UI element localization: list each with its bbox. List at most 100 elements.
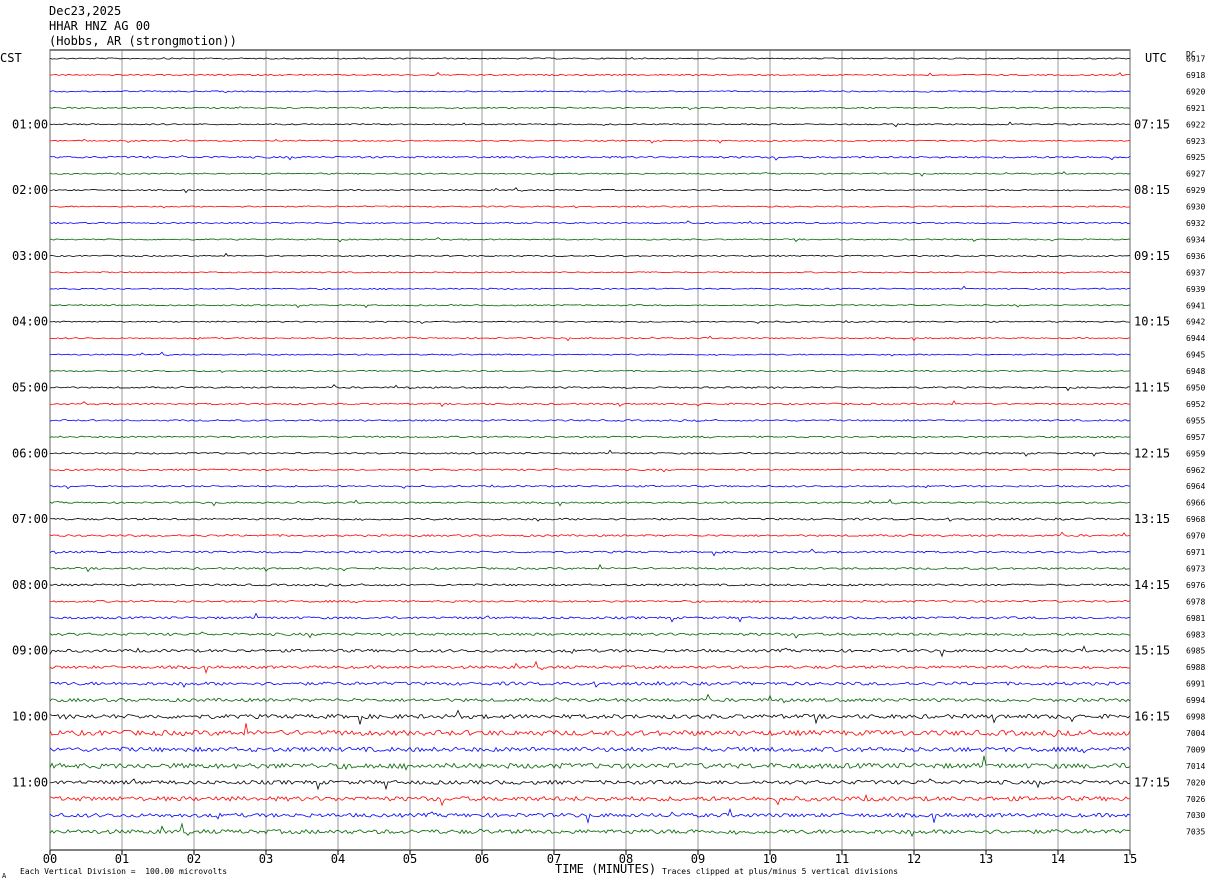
trace-dc-label: 6948 xyxy=(1186,367,1205,376)
left-time-label: 05:00 xyxy=(12,381,48,395)
left-time-label: 02:00 xyxy=(12,183,48,197)
trace-dc-label: 6918 xyxy=(1186,71,1205,80)
trace-dc-label: 6941 xyxy=(1186,301,1205,310)
trace-dc-label: 6942 xyxy=(1186,318,1205,327)
trace-dc-label: 6929 xyxy=(1186,186,1205,195)
x-tick-label: 14 xyxy=(1051,852,1065,866)
trace-dc-label: 6981 xyxy=(1186,614,1205,623)
trace-dc-label: 6920 xyxy=(1186,87,1205,96)
seismic-trace xyxy=(49,822,1131,838)
right-time-label: 16:15 xyxy=(1134,710,1170,724)
trace-dc-label: 6998 xyxy=(1186,713,1205,722)
right-time-label: 14:15 xyxy=(1134,578,1170,592)
trace-dc-label: 6939 xyxy=(1186,285,1205,294)
seismic-trace xyxy=(49,171,1131,177)
x-tick-label: 01 xyxy=(115,852,129,866)
seismic-trace xyxy=(49,709,1131,725)
left-time-label: 01:00 xyxy=(12,117,48,131)
left-time-label: 06:00 xyxy=(12,446,48,460)
x-tick-label: 11 xyxy=(835,852,849,866)
left-time-label: 11:00 xyxy=(12,775,48,789)
x-tick-label: 00 xyxy=(43,852,57,866)
seismic-trace xyxy=(49,237,1131,243)
seismic-trace xyxy=(49,303,1131,309)
x-tick-label: 06 xyxy=(475,852,489,866)
seismic-trace xyxy=(49,660,1131,675)
x-tick-label: 10 xyxy=(763,852,777,866)
seismic-trace xyxy=(49,793,1131,807)
trace-dc-label: 6930 xyxy=(1186,203,1205,212)
seismic-trace xyxy=(49,155,1131,161)
seismic-trace xyxy=(49,320,1131,325)
trace-dc-label: 6950 xyxy=(1186,384,1205,393)
seismic-trace xyxy=(49,252,1131,258)
x-tick-label: 15 xyxy=(1123,852,1137,866)
seismic-trace xyxy=(49,57,1131,60)
seismic-trace xyxy=(49,583,1131,587)
right-time-label: 08:15 xyxy=(1134,183,1170,197)
trace-dc-label: 6976 xyxy=(1186,581,1205,590)
seismic-trace xyxy=(49,90,1131,94)
seismic-trace xyxy=(49,400,1131,408)
trace-dc-label: 6927 xyxy=(1186,170,1205,179)
trace-dc-label: 6978 xyxy=(1186,597,1205,606)
seismic-trace xyxy=(49,548,1131,557)
right-time-label: 09:15 xyxy=(1134,249,1170,263)
trace-dc-label: 6945 xyxy=(1186,351,1205,360)
corner-mark: A xyxy=(2,872,7,880)
right-time-label: 12:15 xyxy=(1134,446,1170,460)
right-time-label: 11:15 xyxy=(1134,381,1170,395)
left-time-label: 03:00 xyxy=(12,249,48,263)
trace-dc-label: 6991 xyxy=(1186,680,1205,689)
left-time-label: 04:00 xyxy=(12,315,48,329)
seismic-trace xyxy=(49,599,1131,604)
seismic-trace xyxy=(49,563,1131,573)
seismic-trace xyxy=(49,187,1131,194)
trace-dc-label: 6932 xyxy=(1186,219,1205,228)
trace-dc-label: 6971 xyxy=(1186,548,1205,557)
seismic-trace xyxy=(49,680,1131,688)
trace-dc-label: 6970 xyxy=(1186,532,1205,541)
seismic-trace xyxy=(49,645,1131,658)
left-time-label: 10:00 xyxy=(12,710,48,724)
seismic-trace xyxy=(49,384,1131,392)
right-time-label: 07:15 xyxy=(1134,117,1170,131)
seismic-trace xyxy=(49,807,1131,825)
trace-dc-label: 7030 xyxy=(1186,811,1205,820)
trace-dc-label: 6937 xyxy=(1186,268,1205,277)
seismic-trace xyxy=(49,612,1131,623)
seismic-trace xyxy=(49,121,1131,128)
right-time-label: 13:15 xyxy=(1134,512,1170,526)
trace-dc-label: 6962 xyxy=(1186,466,1205,475)
trace-dc-label: 6966 xyxy=(1186,499,1205,508)
seismic-trace xyxy=(49,335,1131,342)
seismic-trace xyxy=(49,778,1131,791)
clip-note: Traces clipped at plus/minus 5 vertical … xyxy=(662,867,899,876)
right-time-label: 15:15 xyxy=(1134,644,1170,658)
seismic-trace xyxy=(49,755,1131,771)
seismic-trace xyxy=(49,467,1131,473)
trace-dc-label: 7020 xyxy=(1186,778,1205,787)
seismic-trace xyxy=(49,631,1131,639)
seismic-trace xyxy=(49,106,1131,111)
left-time-label: 09:00 xyxy=(12,644,48,658)
seismic-trace xyxy=(49,723,1131,738)
trace-dc-label: 6952 xyxy=(1186,400,1205,409)
trace-dc-label: 6936 xyxy=(1186,252,1205,261)
x-tick-label: 05 xyxy=(403,852,417,866)
trace-dc-label: 6988 xyxy=(1186,663,1205,672)
trace-dc-label: 6968 xyxy=(1186,515,1205,524)
trace-dc-label: 6964 xyxy=(1186,482,1205,491)
trace-dc-label: 6934 xyxy=(1186,235,1205,244)
seismogram-plot: 00 01 02 03 04 05 06 07 08 09 10 11 12 13 14 1569176918… xyxy=(12,49,1205,866)
trace-dc-label: 7014 xyxy=(1186,762,1205,771)
seismic-trace xyxy=(49,71,1131,77)
trace-dc-label: 7026 xyxy=(1186,795,1205,804)
x-tick-label: 03 xyxy=(259,852,273,866)
right-time-label: 17:15 xyxy=(1134,775,1170,789)
seismic-trace xyxy=(49,138,1131,144)
seismic-trace xyxy=(49,285,1131,291)
x-tick-label: 04 xyxy=(331,852,345,866)
left-time-label: 07:00 xyxy=(12,512,48,526)
seismic-trace xyxy=(49,220,1131,225)
